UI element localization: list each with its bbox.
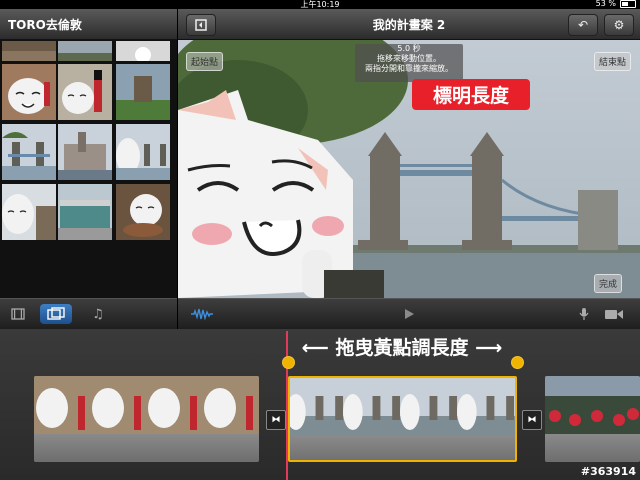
gear-icon: ⚙ bbox=[613, 18, 625, 32]
arrow-right-icon: ⟶ bbox=[475, 337, 503, 359]
watermark: #363914 bbox=[580, 465, 636, 478]
tab-music[interactable]: ♫ bbox=[82, 304, 114, 324]
selected-timeline-clip[interactable] bbox=[288, 376, 517, 462]
media-thumbnail[interactable] bbox=[58, 64, 112, 120]
media-thumbnail[interactable] bbox=[58, 124, 112, 180]
tooltip-zoom-hint: 兩指分開和靠攏來縮放。 bbox=[365, 64, 453, 73]
microphone-icon bbox=[579, 308, 589, 320]
undo-button[interactable]: ↶ bbox=[568, 14, 598, 36]
duration-tooltip: 5.0 秒 拖移來移動位置。 兩指分開和靠攏來縮放。 bbox=[355, 44, 463, 82]
media-thumbnail[interactable] bbox=[116, 64, 170, 120]
clip-frames bbox=[545, 376, 640, 434]
photos-icon bbox=[47, 307, 65, 320]
start-point-button[interactable]: 起始點 bbox=[186, 52, 224, 71]
media-thumbnail[interactable] bbox=[2, 124, 56, 180]
status-right: 53 % bbox=[596, 0, 636, 8]
transition-button[interactable]: ⧓ bbox=[266, 410, 286, 430]
annotation-label: 標明長度 bbox=[412, 79, 530, 110]
browser-header: TORO去倫敦 bbox=[0, 9, 177, 40]
tooltip-move-hint: 拖移來移動位置。 bbox=[377, 54, 441, 63]
transition-icon: ⧓ bbox=[271, 415, 281, 425]
clip-audio-area bbox=[34, 434, 259, 462]
play-button[interactable] bbox=[393, 304, 425, 324]
media-thumbnail[interactable] bbox=[116, 184, 170, 240]
tooltip-duration: 5.0 秒 bbox=[397, 44, 421, 53]
viewer-toolbar bbox=[178, 298, 640, 329]
timeline-clip[interactable] bbox=[545, 376, 640, 462]
play-icon bbox=[405, 309, 414, 319]
media-thumbnail[interactable] bbox=[58, 41, 112, 61]
done-button[interactable]: 完成 bbox=[594, 274, 623, 293]
media-thumbnail[interactable] bbox=[116, 41, 170, 61]
media-thumbnail[interactable] bbox=[58, 184, 112, 240]
media-thumbnail[interactable] bbox=[2, 184, 56, 240]
audio-waveform-button[interactable] bbox=[186, 304, 218, 324]
clip-audio-area bbox=[545, 434, 640, 462]
clip-frames bbox=[34, 376, 259, 434]
media-tab-bar: ♫ bbox=[0, 298, 177, 329]
clip-audio-area bbox=[290, 436, 515, 460]
undo-icon: ↶ bbox=[577, 18, 589, 32]
record-audio-button[interactable] bbox=[568, 304, 600, 324]
tab-video[interactable] bbox=[2, 304, 34, 324]
film-icon bbox=[11, 308, 25, 320]
arrow-left-icon: ⟵ bbox=[301, 337, 329, 359]
project-name: TORO去倫敦 bbox=[8, 18, 82, 32]
media-browser bbox=[0, 40, 177, 298]
trim-hint-text: 拖曳黃點調長度 bbox=[335, 337, 469, 359]
trim-hint: ⟵ 拖曳黃點調長度 ⟶ bbox=[284, 334, 520, 362]
battery-icon bbox=[620, 0, 636, 8]
video-viewer[interactable]: 起始點 結束點 5.0 秒 拖移來移動位置。 兩指分開和靠攏來縮放。 標明長度 … bbox=[178, 40, 640, 298]
clip-frames bbox=[290, 378, 515, 436]
tab-photos[interactable] bbox=[40, 304, 72, 324]
waveform-icon bbox=[191, 308, 213, 320]
media-thumbnail[interactable] bbox=[2, 64, 56, 120]
video-camera-icon bbox=[605, 310, 623, 319]
transition-button[interactable]: ⧓ bbox=[522, 410, 542, 430]
timeline-clip[interactable] bbox=[34, 376, 259, 462]
viewer-header: 我的計畫案 2 ↶ ⚙ bbox=[178, 9, 640, 40]
settings-button[interactable]: ⚙ bbox=[604, 14, 634, 36]
music-note-icon: ♫ bbox=[92, 306, 104, 322]
transition-icon: ⧓ bbox=[527, 415, 537, 425]
camera-button[interactable] bbox=[598, 304, 630, 324]
end-point-button[interactable]: 結束點 bbox=[594, 52, 632, 71]
battery-percent: 53 % bbox=[595, 0, 616, 8]
status-bar: 上午10:19 53 % bbox=[0, 0, 640, 9]
media-thumbnail[interactable] bbox=[116, 124, 170, 180]
media-thumbnail[interactable] bbox=[2, 41, 56, 61]
